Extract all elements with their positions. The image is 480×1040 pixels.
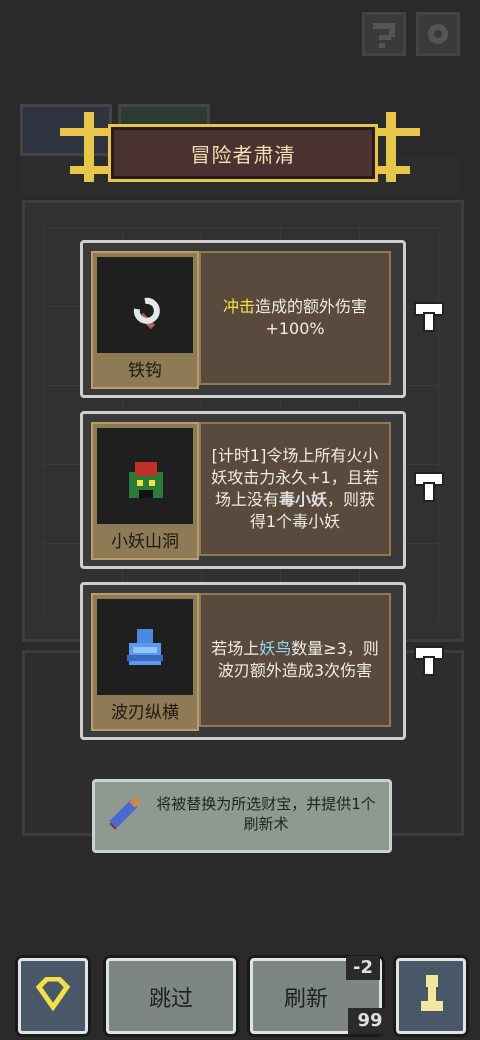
imp-cave-icon [129,462,163,498]
treasure-card-3[interactable]: 波刃纵横 若场上妖鸟数量≥3，则波刃额外造成3次伤害 [80,582,406,740]
banner-bar [70,166,110,174]
refresh-scroll-icon [109,796,141,830]
lock-button[interactable] [414,472,444,502]
item-description: [计时1]令场上所有火小妖攻击力永久+1，且若场上没有毒小妖，则获得1个毒小妖 [199,422,391,556]
help-button[interactable] [362,12,406,56]
lock-icon [414,472,444,502]
skip-label: 跳过 [148,987,193,1012]
gem-button[interactable] [18,958,88,1034]
info-text: 将被替换为所选财宝，并提供1个刷新术 [156,795,376,833]
pawn-button[interactable] [396,958,466,1034]
lock-icon [414,646,444,676]
diamond-icon [35,977,71,1012]
event-title: 冒险者肃清 [190,143,296,167]
desc-segment: 毒小妖 [278,490,327,509]
settings-button[interactable] [416,12,460,56]
wave-blade-icon [127,629,163,665]
item-image-frame: 波刃纵横 [91,593,199,731]
banner-bar [60,128,110,136]
item-image-frame: 铁钩 [91,251,199,389]
item-description: 若场上妖鸟数量≥3，则波刃额外造成3次伤害 [199,593,391,727]
treasure-card-1[interactable]: 铁钩 冲击造成的额外伤害+100% [80,240,406,398]
item-name: 波刃纵横 [111,703,179,723]
desc-segment: 造成的额外伤害+100% [255,297,368,338]
question-icon [373,23,395,48]
lock-button[interactable] [414,302,444,332]
desc-segment: 冲击 [222,297,255,316]
item-description: 冲击造成的额外伤害+100% [199,251,391,385]
lock-icon [414,302,444,332]
refresh-count: 99 [348,1008,392,1034]
desc-segment: 若场上 [211,639,260,658]
skip-button[interactable]: 跳过 [106,958,236,1034]
desc-segment: 妖鸟 [259,639,292,658]
replace-info-box: 将被替换为所选财宝，并提供1个刷新术 [92,779,392,853]
event-title-banner: 冒险者肃清 [108,124,378,182]
item-image-frame: 小妖山洞 [91,422,199,560]
refresh-cost: -2 [346,956,380,980]
treasure-card-2[interactable]: 小妖山洞 [计时1]令场上所有火小妖攻击力永久+1，且若场上没有毒小妖，则获得1… [80,411,406,569]
item-name: 小妖山洞 [111,532,179,552]
lock-button[interactable] [414,646,444,676]
item-name: 铁钩 [128,361,162,381]
gear-icon [428,24,448,44]
pawn-icon [421,975,443,1011]
iron-hook-icon [133,297,160,330]
